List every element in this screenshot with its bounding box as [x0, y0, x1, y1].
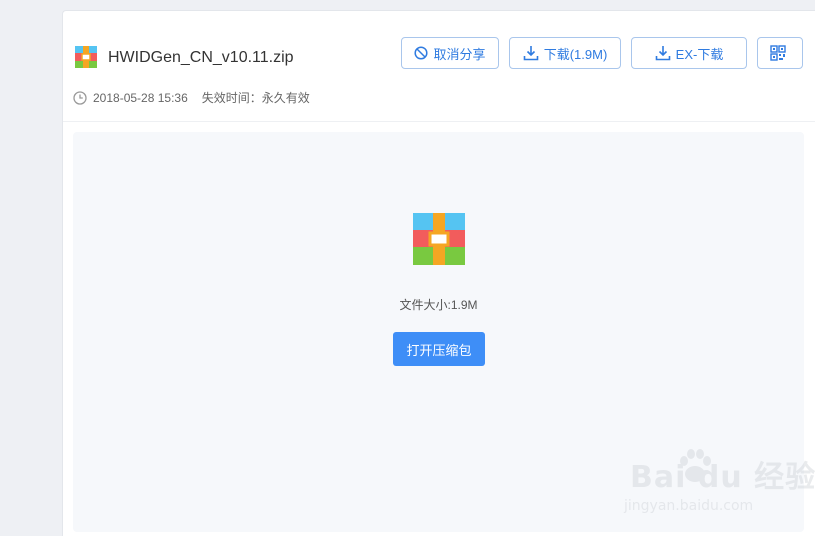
paw-logo-icon — [680, 449, 711, 482]
zip-file-icon — [413, 213, 465, 265]
file-name: HWIDGen_CN_v10.11.zip — [108, 49, 294, 66]
cancel-share-button[interactable]: 取消分享 — [401, 37, 499, 69]
qr-code-button[interactable] — [757, 37, 803, 69]
header-divider — [63, 121, 815, 122]
file-size-text: 文件大小:1.9M — [399, 298, 478, 312]
baidu-watermark: Bai du 经验 jingyan.baidu.com — [622, 440, 815, 530]
download-button[interactable]: 下载(1.9M) — [509, 37, 621, 69]
cancel-share-label: 取消分享 — [433, 46, 486, 62]
qr-code-icon — [769, 45, 786, 61]
ban-icon — [414, 46, 429, 60]
zip-file-icon — [75, 46, 97, 68]
watermark-brand: Bai du 经验 — [630, 460, 815, 495]
download-label: 下载(1.9M) — [543, 46, 608, 62]
clock-icon — [73, 90, 87, 105]
ex-download-label: EX-下载 — [675, 46, 724, 62]
download-icon — [655, 46, 670, 61]
open-archive-button[interactable]: 打开压缩包 — [393, 332, 485, 366]
file-meta: 2018-05-28 15:36 失效时间： 永久有效 — [73, 89, 310, 106]
download-icon — [523, 46, 539, 61]
expiry-value: 永久有效 — [261, 91, 310, 105]
ex-download-button[interactable]: EX-下载 — [631, 37, 747, 69]
upload-date: 2018-05-28 15:36 — [93, 90, 188, 105]
expiry-label: 失效时间： — [201, 91, 262, 105]
watermark-url: jingyan.baidu.com — [624, 498, 754, 514]
